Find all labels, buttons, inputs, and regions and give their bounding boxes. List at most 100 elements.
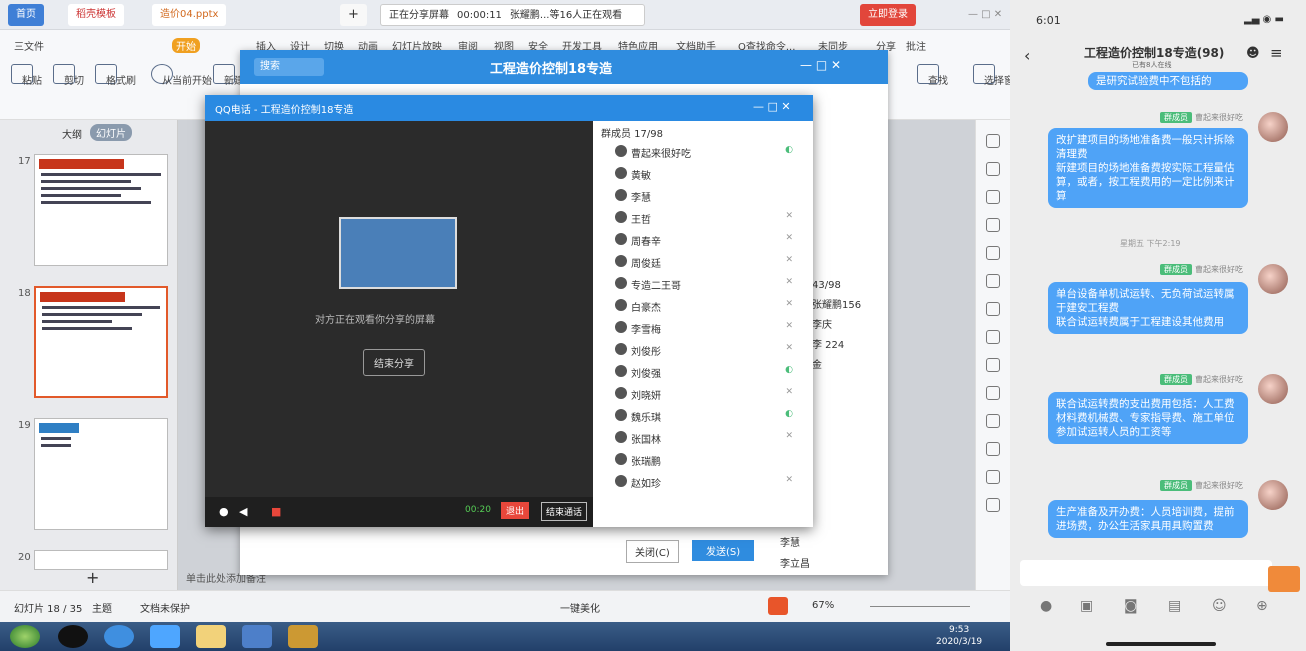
- emoji-icon[interactable]: ☺: [1212, 598, 1227, 614]
- tab-home[interactable]: 首页: [8, 4, 44, 26]
- zoom-slider[interactable]: [870, 606, 970, 607]
- message-input[interactable]: [1020, 560, 1272, 586]
- play-from-current-button[interactable]: 从当前开始: [134, 64, 212, 87]
- outline-tab[interactable]: 大纲: [62, 126, 82, 141]
- back-icon[interactable]: ‹: [1024, 46, 1030, 65]
- plus-icon[interactable]: ⊕: [1256, 598, 1268, 614]
- tool-icon[interactable]: [986, 302, 1000, 316]
- member-row[interactable]: 王哲 ✕: [593, 207, 813, 229]
- end-call-button[interactable]: 结束通话: [541, 502, 588, 521]
- doc-protect[interactable]: 文档未保护: [140, 600, 190, 615]
- menu-comment[interactable]: 批注: [906, 38, 926, 53]
- login-button[interactable]: 立即登录: [860, 4, 916, 26]
- member-row[interactable]: 刘俊彤 ✕: [593, 339, 813, 361]
- image-icon[interactable]: ▣: [1080, 598, 1093, 614]
- chat-search[interactable]: 搜索: [254, 58, 324, 76]
- start-icon[interactable]: [10, 625, 40, 648]
- member-row[interactable]: 张瑞鹏: [593, 449, 813, 471]
- paste-button[interactable]: 粘贴: [2, 64, 42, 87]
- voice-icon[interactable]: ●: [1040, 598, 1052, 614]
- avatar[interactable]: [1258, 480, 1288, 510]
- play-slideshow-icon[interactable]: [768, 597, 788, 615]
- member-row[interactable]: 刘晓妍 ✕: [593, 383, 813, 405]
- app-icon[interactable]: [288, 625, 318, 648]
- member-row[interactable]: 李慧: [593, 185, 813, 207]
- home-indicator[interactable]: [1106, 642, 1216, 646]
- window-controls[interactable]: — □ ✕: [960, 4, 1010, 26]
- tool-icon[interactable]: [986, 414, 1000, 428]
- format-painter-button[interactable]: 格式刷: [86, 64, 136, 87]
- member-row[interactable]: 周俊廷 ✕: [593, 251, 813, 273]
- slide-thumb-19[interactable]: [34, 418, 168, 530]
- wps-window: 首页 稻壳模板 造价04.pptx + 正在分享屏幕 00:00:11 张耀鹏.…: [0, 0, 1024, 651]
- member-row[interactable]: 赵如珍 ✕: [593, 471, 813, 493]
- tool-icon[interactable]: [986, 218, 1000, 232]
- tab-pptx[interactable]: 造价04.pptx: [152, 4, 227, 26]
- member-item[interactable]: 李立昌: [780, 555, 810, 570]
- tool-icon[interactable]: [986, 190, 1000, 204]
- tool-icon[interactable]: [986, 442, 1000, 456]
- member-row[interactable]: 黄敏: [593, 163, 813, 185]
- member-row[interactable]: 李雪梅 ✕: [593, 317, 813, 339]
- camera-off-icon[interactable]: ■: [271, 505, 281, 518]
- avatar[interactable]: [1258, 374, 1288, 404]
- tool-icon[interactable]: [986, 274, 1000, 288]
- chat-window-controls[interactable]: — □ ✕: [800, 58, 841, 72]
- browser-icon[interactable]: [150, 625, 180, 648]
- cut-button[interactable]: 剪切: [44, 64, 84, 87]
- wps-icon[interactable]: [242, 625, 272, 648]
- tool-icon[interactable]: [986, 246, 1000, 260]
- add-slide-button[interactable]: +: [86, 568, 99, 587]
- floating-app-icon[interactable]: [1268, 566, 1300, 592]
- slide-thumb-18[interactable]: [34, 286, 168, 398]
- ie-icon[interactable]: [104, 625, 134, 648]
- folder-icon[interactable]: [196, 625, 226, 648]
- member-item[interactable]: 张耀鹏156: [812, 296, 888, 316]
- member-row[interactable]: 曹起来很好吃 ◐: [593, 141, 813, 163]
- member-row[interactable]: 刘俊强 ◐: [593, 361, 813, 383]
- online-count: 已有8人在线: [1132, 61, 1172, 69]
- member-row[interactable]: 周春辛 ✕: [593, 229, 813, 251]
- find-button[interactable]: 查找: [908, 64, 948, 87]
- group-avatar-icon[interactable]: ☻: [1246, 46, 1260, 61]
- member-item[interactable]: 金: [812, 356, 888, 376]
- menu-icon[interactable]: ≡: [1270, 44, 1283, 62]
- tool-icon[interactable]: [986, 358, 1000, 372]
- menu-file[interactable]: 三文件: [14, 38, 44, 53]
- qq-window-controls[interactable]: — □ ✕: [753, 100, 791, 113]
- new-tab-button[interactable]: +: [340, 4, 367, 26]
- tool-icon[interactable]: [986, 162, 1000, 176]
- member-row[interactable]: 张国林 ✕: [593, 427, 813, 449]
- redpacket-icon[interactable]: ▤: [1168, 598, 1181, 614]
- speaker-icon[interactable]: ◀: [239, 505, 247, 518]
- slides-tab[interactable]: 幻灯片: [90, 124, 132, 141]
- tool-icon[interactable]: [986, 386, 1000, 400]
- zoom-level[interactable]: 67%: [812, 600, 834, 611]
- slide-thumb-17[interactable]: [34, 154, 168, 266]
- send-button[interactable]: 发送(S): [692, 540, 755, 561]
- tool-icon[interactable]: [986, 470, 1000, 484]
- menu-start[interactable]: 开始: [172, 38, 200, 53]
- member-item[interactable]: 李慧: [780, 534, 800, 549]
- member-item[interactable]: 李庆: [812, 316, 888, 336]
- member-row[interactable]: 魏乐琪 ◐: [593, 405, 813, 427]
- member-item[interactable]: 李 224: [812, 336, 888, 356]
- camera-icon[interactable]: ◙: [1124, 598, 1138, 614]
- tool-icon[interactable]: [986, 498, 1000, 512]
- theme-label[interactable]: 主题: [92, 600, 112, 615]
- slide-thumb-20[interactable]: [34, 550, 168, 570]
- qq-icon[interactable]: [58, 625, 88, 648]
- member-row[interactable]: 白豪杰 ✕: [593, 295, 813, 317]
- member-row[interactable]: 专造二王哥 ✕: [593, 273, 813, 295]
- close-chat-button[interactable]: 关闭(C): [626, 540, 679, 563]
- avatar[interactable]: [1258, 112, 1288, 142]
- selection-pane-button[interactable]: 选择窗格: [964, 64, 1024, 87]
- tab-docer[interactable]: 稻壳模板: [68, 4, 124, 26]
- mic-icon[interactable]: ●: [219, 505, 229, 518]
- tool-icon[interactable]: [986, 330, 1000, 344]
- avatar[interactable]: [1258, 264, 1288, 294]
- tool-icon[interactable]: [986, 134, 1000, 148]
- beautify-button[interactable]: 一键美化: [560, 600, 600, 615]
- end-share-button[interactable]: 结束分享: [363, 349, 425, 376]
- exit-button[interactable]: 退出: [501, 502, 530, 519]
